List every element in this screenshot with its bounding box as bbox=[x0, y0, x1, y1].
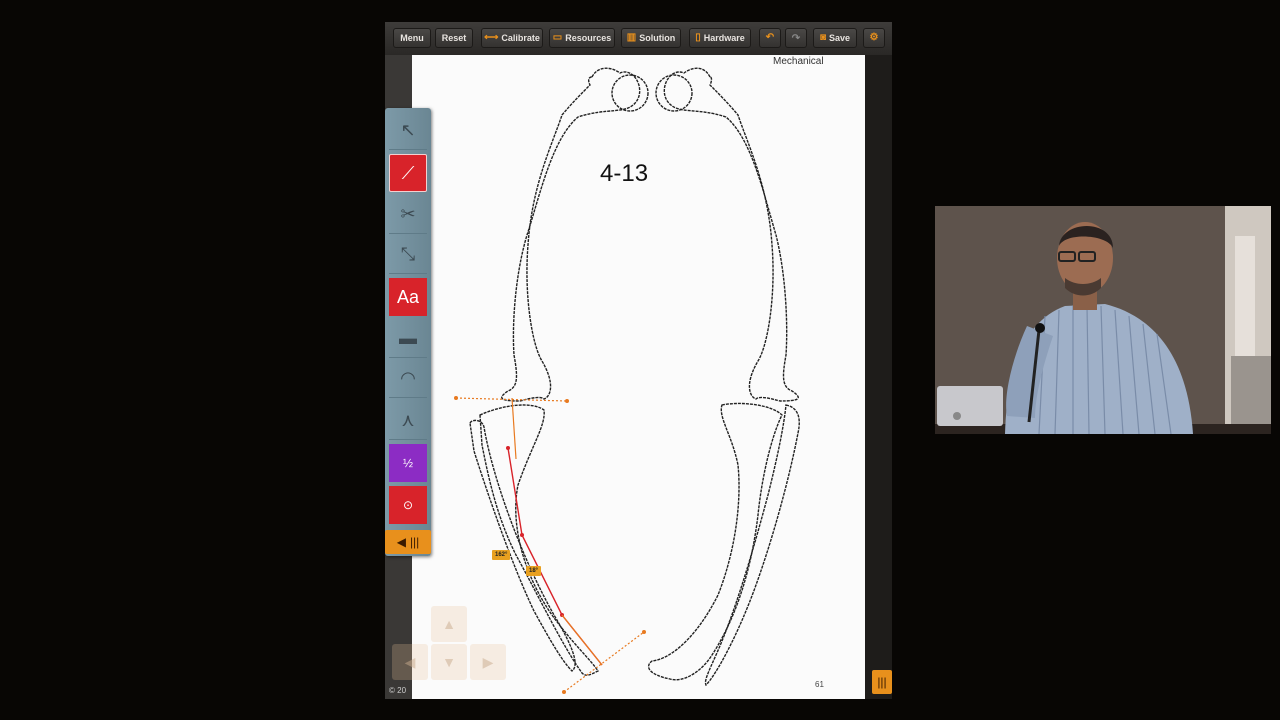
presenter-illustration bbox=[935, 206, 1271, 434]
hardware-label: Hardware bbox=[703, 33, 745, 43]
ruler-icon: ▬ bbox=[399, 328, 417, 348]
text-tool[interactable]: Aa bbox=[389, 278, 427, 316]
calibrate-button[interactable]: ⟷ Calibrate bbox=[481, 28, 543, 48]
joint-icon: ⋏ bbox=[401, 410, 415, 430]
arrow-left-icon: ◀ bbox=[404, 653, 416, 670]
copyright-text: © 20 bbox=[389, 686, 407, 695]
line-tool[interactable]: ⟋ bbox=[389, 154, 427, 192]
book-icon: ▥ bbox=[626, 32, 637, 43]
cut-tool[interactable]: ✂ bbox=[389, 196, 427, 234]
left-femur-outline bbox=[501, 67, 641, 402]
grip-icon: ||| bbox=[409, 535, 420, 549]
angle-label-162[interactable]: 162° bbox=[492, 550, 511, 560]
arrow-up-icon: ▲ bbox=[442, 616, 456, 632]
menu-button[interactable]: Menu bbox=[393, 28, 431, 48]
hardware-button[interactable]: ▯ Hardware bbox=[689, 28, 751, 48]
redo-button[interactable]: ↷ bbox=[785, 28, 807, 48]
resources-label: Resources bbox=[565, 33, 612, 43]
reset-label: Reset bbox=[441, 33, 467, 43]
tool-palette: ↖ ⟋ ✂ ⤡ Aa ▬ ◠ ⋏ ½ ⊙ bbox=[385, 108, 431, 556]
line-icon: ⟋ bbox=[401, 162, 415, 183]
ankle-line bbox=[563, 631, 645, 693]
arrow-down-button[interactable]: ▼ bbox=[431, 644, 467, 680]
arrow-left-button[interactable]: ◀ bbox=[392, 644, 428, 680]
collapse-palette-button[interactable]: ◀ ||| bbox=[385, 530, 431, 554]
solution-label: Solution bbox=[639, 33, 676, 43]
move-fragment-icon: ⤡ bbox=[400, 244, 416, 264]
joint-tool[interactable]: ⋏ bbox=[389, 402, 427, 440]
right-margin bbox=[865, 55, 892, 699]
save-button[interactable]: ◙ Save bbox=[813, 28, 857, 48]
settings-button[interactable]: ⚙ bbox=[863, 28, 885, 48]
gear-icon: ⚙ bbox=[869, 32, 879, 43]
grip-icon: ||| bbox=[877, 675, 887, 689]
calibrate-label: Calibrate bbox=[501, 33, 540, 43]
undo-icon: ↶ bbox=[765, 32, 775, 43]
distal-orange-line bbox=[561, 614, 603, 666]
right-tibia-outline bbox=[647, 402, 783, 681]
mechanical-axis-line bbox=[511, 397, 517, 460]
pointer-move-icon: ↖ bbox=[400, 120, 416, 140]
arrow-right-icon: ▶ bbox=[482, 653, 494, 670]
protractor-icon: ◠ bbox=[400, 368, 416, 388]
camera-icon: ◙ bbox=[819, 32, 826, 43]
calibrate-icon: ⟷ bbox=[484, 32, 499, 43]
reset-button[interactable]: Reset bbox=[435, 28, 473, 48]
move-fragment-tool[interactable]: ⤡ bbox=[389, 236, 427, 274]
resources-button[interactable]: ▭ Resources bbox=[549, 28, 615, 48]
hardware-icon: ▯ bbox=[695, 32, 701, 43]
circle-tool[interactable]: ⊙ bbox=[389, 486, 427, 524]
right-femoral-head bbox=[655, 74, 693, 112]
redo-icon: ↷ bbox=[791, 32, 801, 44]
protractor-tool[interactable]: ◠ bbox=[389, 360, 427, 398]
right-femur-outline bbox=[663, 67, 799, 402]
midpoint-tool[interactable]: ½ bbox=[389, 444, 427, 482]
red-axis-line bbox=[507, 447, 603, 666]
folder-icon: ▭ bbox=[552, 32, 563, 43]
planning-app-window: Menu Reset ⟷ Calibrate ▭ Resources ▥ Sol… bbox=[385, 22, 892, 699]
page-number: 61 bbox=[815, 680, 824, 689]
arrow-right-button[interactable]: ▶ bbox=[470, 644, 506, 680]
side-panel-handle[interactable]: ||| bbox=[872, 670, 892, 694]
triangle-left-icon: ◀ bbox=[396, 535, 406, 549]
solution-button[interactable]: ▥ Solution bbox=[621, 28, 681, 48]
section-label: Mechanical bbox=[773, 56, 824, 67]
ruler-tool[interactable]: ▬ bbox=[389, 320, 427, 358]
presenter-video bbox=[935, 206, 1271, 434]
left-femoral-head bbox=[611, 74, 649, 112]
scissors-icon: ✂ bbox=[400, 204, 416, 224]
circle-icon: ⊙ bbox=[402, 498, 414, 512]
top-toolbar: Menu Reset ⟷ Calibrate ▭ Resources ▥ Sol… bbox=[385, 22, 892, 55]
arrow-up-button[interactable]: ▲ bbox=[431, 606, 467, 642]
save-label: Save bbox=[829, 33, 851, 43]
left-tibia-outline bbox=[479, 404, 599, 676]
arrow-down-icon: ▼ bbox=[442, 654, 456, 670]
bone-outline-drawing bbox=[454, 67, 800, 694]
xray-canvas[interactable] bbox=[412, 55, 865, 699]
text-icon: Aa bbox=[396, 286, 420, 307]
menu-label: Menu bbox=[400, 33, 424, 43]
midpoint-icon: ½ bbox=[402, 456, 413, 470]
angle-label-18[interactable]: 18° bbox=[526, 566, 542, 576]
case-title: 4-13 bbox=[600, 160, 649, 187]
select-tool[interactable]: ↖ bbox=[389, 112, 427, 150]
undo-button[interactable]: ↶ bbox=[759, 28, 781, 48]
left-fibula-outline bbox=[469, 419, 576, 672]
